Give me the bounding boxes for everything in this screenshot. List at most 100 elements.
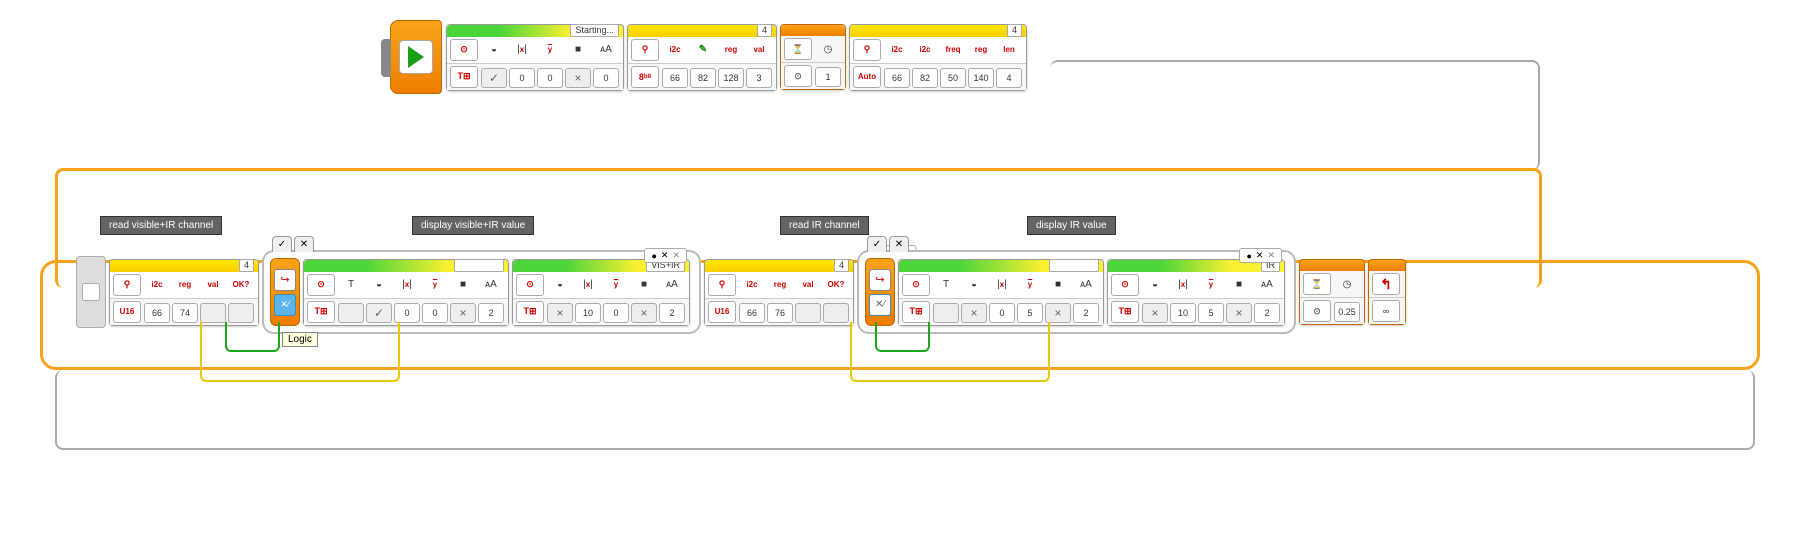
mode-selector[interactable]: ⊙ [307,274,335,296]
switch-mode-icon[interactable]: ↪ [869,269,891,291]
switch-head[interactable]: ↪ ✕⁄ [270,258,300,326]
mode-selector[interactable]: ⊙ [516,274,544,296]
port-selector[interactable]: 4 [834,259,849,272]
param-font[interactable]: 0 [593,68,619,88]
param[interactable]: 4 [996,68,1022,88]
mode-selector[interactable]: Auto [853,66,881,88]
switch-type-selector[interactable]: ✕⁄ [274,294,296,316]
param[interactable]: 76 [767,303,793,323]
param[interactable]: × [547,303,573,323]
output-val[interactable] [795,303,821,323]
display-block-a2[interactable]: ⊙ T ◒ |x| y ■ ᴀA [898,259,1104,326]
param-reg[interactable]: 82 [690,68,716,88]
output-ok[interactable] [823,303,849,323]
param[interactable]: × [1142,303,1168,323]
switch-tab-true[interactable]: ✓ [867,236,887,252]
param[interactable]: 50 [940,68,966,88]
param[interactable]: 10 [575,303,601,323]
display-block-starting[interactable]: Starting... ⊙ ◒ |x| y ■ ᴀA T⊞ ✓ [446,24,624,91]
close-icon[interactable]: ✕ [1267,250,1275,261]
switch-type-selector[interactable]: ✕⁄ [869,294,891,316]
param[interactable]: 0 [394,303,420,323]
param[interactable]: 0 [422,303,448,323]
display-block-b1[interactable]: VIS+IR ⊙ ◒ |x| y ■ [512,259,690,326]
param[interactable]: 66 [144,303,170,323]
param-text-in[interactable] [933,303,959,323]
output-val[interactable] [200,303,226,323]
mode-selector[interactable]: U16 [113,301,141,323]
mode-selector-2[interactable]: T⊞ [450,66,478,88]
mode-selector-2[interactable]: T⊞ [1111,301,1139,323]
param[interactable]: 82 [912,68,938,88]
port-selector[interactable]: 4 [757,24,772,37]
comment-box[interactable]: display IR value [1027,216,1116,235]
param-val1[interactable]: 128 [718,68,744,88]
switch-tab-false[interactable]: ✕ [294,236,314,252]
param[interactable]: × [631,303,657,323]
switch-head[interactable]: ↪ ✕⁄ [865,258,895,326]
param-seconds[interactable]: 1 [815,67,841,87]
loop-end-block[interactable]: ↰ ∞ [1368,259,1406,325]
mode-selector[interactable]: ⊙ [902,274,930,296]
wait-block-1[interactable]: ⏳ ◷ ⊙ 1 [780,24,846,90]
mode-selector[interactable]: 8bit [631,66,659,88]
display-text-field[interactable] [1049,259,1099,272]
loop-index-output[interactable] [76,256,106,328]
param[interactable]: 66 [884,68,910,88]
mode-selector-2[interactable]: T⊞ [902,301,930,323]
param[interactable]: 140 [968,68,994,88]
display-text-field[interactable]: Starting... [570,24,619,37]
param[interactable]: 74 [172,303,198,323]
display-block-a1[interactable]: ⊙ T ◒ |x| y ■ ᴀA [303,259,509,326]
mode-selector[interactable]: ⊙ [1111,274,1139,296]
display-text-field[interactable] [454,259,504,272]
switch-tab-false[interactable]: ✕ [889,236,909,252]
param[interactable]: 2 [478,303,504,323]
comment-box[interactable]: display visible+IR value [412,216,534,235]
param[interactable]: 2 [1073,303,1099,323]
close-icon[interactable]: ✕ [672,250,680,261]
param[interactable]: × [961,303,987,323]
param-x[interactable]: 0 [509,68,535,88]
mode-selector-2[interactable]: T⊞ [516,301,544,323]
i2c-read-block-1[interactable]: 4 ⚲ i2c reg val OK? U16 [109,259,259,326]
param-color[interactable]: × [565,68,591,88]
param[interactable]: ✓ [366,303,392,323]
case-selector[interactable]: ● ✕ ✕ [644,248,687,263]
switch-tab-true[interactable]: ✓ [272,236,292,252]
param-clear[interactable]: ✓ [481,68,507,88]
param[interactable]: 5 [1198,303,1224,323]
param[interactable]: 66 [739,303,765,323]
param[interactable]: × [1226,303,1252,323]
output-ok[interactable] [228,303,254,323]
play-button[interactable] [399,40,433,74]
programming-canvas[interactable]: Starting... ⊙ ◒ |x| y ■ ᴀA T⊞ ✓ [20,20,1776,520]
mode-selector[interactable]: ⊙ [450,39,478,61]
param[interactable]: 0 [603,303,629,323]
mode-selector[interactable]: ⊙ [784,65,812,87]
switch-mode-icon[interactable]: ↪ [274,269,296,291]
mode-selector-2[interactable]: T⊞ [307,301,335,323]
param[interactable]: 2 [1254,303,1280,323]
param[interactable]: 2 [659,303,685,323]
display-block-b2[interactable]: IR ⊙ ◒ |x| y ■ ᴀ [1107,259,1285,326]
mode-selector[interactable]: U16 [708,301,736,323]
port-selector[interactable]: 4 [239,259,254,272]
mode-selector[interactable]: ⊙ [1303,300,1331,322]
param-y[interactable]: 0 [537,68,563,88]
case-selector[interactable]: ● ✕ ✕ [1239,248,1282,263]
param[interactable]: × [1045,303,1071,323]
start-block[interactable] [390,20,442,94]
param[interactable]: 5 [1017,303,1043,323]
param-text-in[interactable] [338,303,364,323]
port-selector[interactable]: 4 [1007,24,1022,37]
wait-block-2[interactable]: ⏳ ◷ ⊙ 0.25 [1299,259,1365,325]
param[interactable]: × [450,303,476,323]
param-val2[interactable]: 3 [746,68,772,88]
param-addr[interactable]: 66 [662,68,688,88]
param[interactable]: 10 [1170,303,1196,323]
loop-condition[interactable]: ∞ [1372,300,1400,322]
i2c-read-block-2[interactable]: 4 ⚲ i2c reg val OK? U16 [704,259,854,326]
comment-box[interactable]: read IR channel [780,216,869,235]
comment-box[interactable]: read visible+IR channel [100,216,222,235]
